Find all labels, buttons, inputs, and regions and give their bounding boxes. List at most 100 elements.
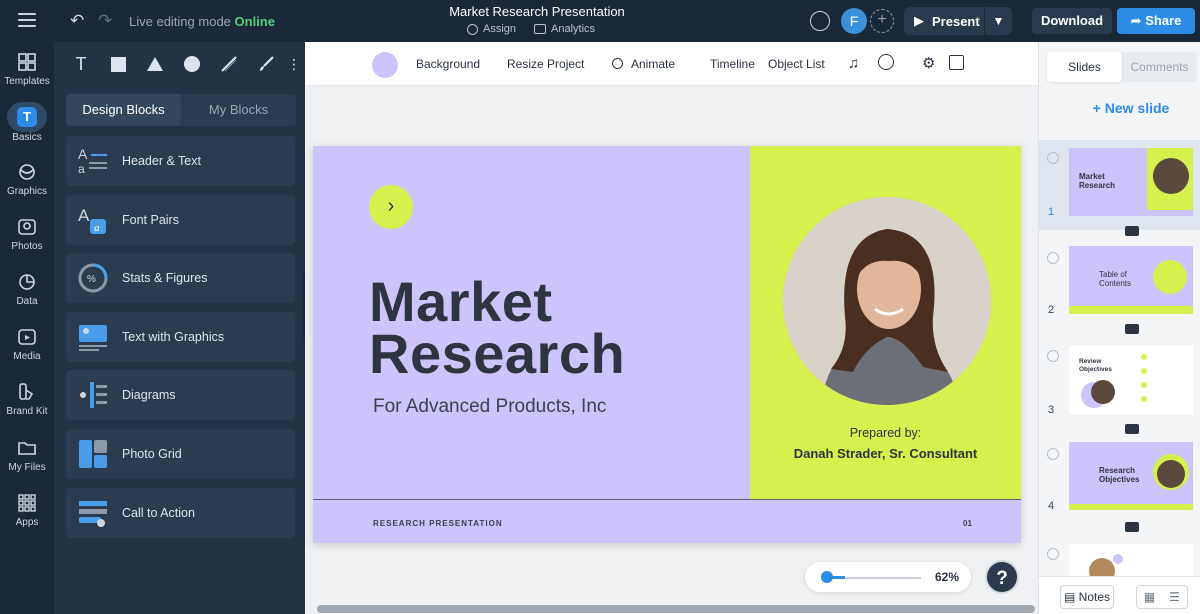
transition-icon[interactable] (1125, 226, 1139, 236)
animate-button[interactable]: Animate (612, 57, 675, 71)
nav-my-files[interactable]: My Files (0, 438, 54, 473)
timeline-button[interactable]: Timeline (710, 57, 755, 71)
analytics-button[interactable]: Analytics (534, 23, 595, 35)
consultant-photo[interactable] (783, 197, 991, 405)
tab-slides[interactable]: Slides (1047, 52, 1122, 82)
tab-comments[interactable]: Comments (1122, 52, 1197, 82)
nav-photos[interactable]: Photos (0, 217, 54, 252)
slide-select-checkbox[interactable] (1047, 152, 1059, 164)
footer-text[interactable]: RESEARCH PRESENTATION (373, 519, 503, 528)
transition-icon[interactable] (1125, 324, 1139, 334)
tab-design-blocks[interactable]: Design Blocks (66, 94, 181, 126)
present-button[interactable]: ▶ Present ▼ (904, 7, 1012, 35)
nav-brand-kit[interactable]: Brand Kit (0, 382, 54, 417)
zoom-slider-handle[interactable] (821, 571, 833, 583)
online-badge: Online (234, 14, 275, 29)
slide-thumb-1[interactable]: Market Research 1 (1039, 140, 1200, 236)
thumb-title: Table of Contents (1099, 270, 1132, 288)
help-button[interactable]: ? (985, 560, 1019, 594)
folder-icon (18, 442, 36, 455)
triangle-tool-icon[interactable] (142, 51, 168, 77)
download-button[interactable]: Download (1032, 8, 1112, 34)
chevron-down-icon[interactable]: ▼ (984, 7, 1012, 35)
notes-button[interactable]: ▤ Notes (1060, 585, 1114, 609)
data-icon (19, 274, 35, 290)
text-tool-icon[interactable]: T (68, 51, 94, 77)
slide-canvas[interactable]: › Market Research For Advanced Products, … (313, 146, 1021, 543)
transition-icon[interactable] (1125, 522, 1139, 532)
music-icon[interactable]: ♫ (848, 55, 859, 72)
svg-text:a: a (78, 162, 85, 176)
left-nav: Templates T Basics Graphics Photos Data … (0, 42, 54, 614)
horizontal-scrollbar[interactable] (317, 605, 1035, 613)
search-canvas-icon[interactable] (949, 55, 964, 70)
assign-button[interactable]: Assign (467, 23, 516, 35)
block-header-text[interactable]: Aa Header & Text (66, 136, 295, 186)
nav-basics[interactable]: T Basics (0, 102, 54, 143)
block-stats-figures[interactable]: % Stats & Figures (66, 253, 295, 304)
slide-thumb-3[interactable]: Review Objectives 3 (1039, 338, 1200, 434)
slide-select-checkbox[interactable] (1047, 448, 1059, 460)
footer-divider (313, 499, 1021, 500)
new-slide-button[interactable]: + New slide (1071, 95, 1191, 121)
square-tool-icon[interactable] (105, 51, 131, 77)
document-title[interactable]: Market Research Presentation (400, 4, 674, 19)
timer-icon[interactable] (878, 54, 894, 70)
circle-tool-icon[interactable] (179, 51, 205, 77)
templates-icon (18, 53, 36, 71)
view-toggle: ▦ ☰ (1136, 585, 1188, 609)
nav-data[interactable]: Data (0, 272, 54, 307)
nav-templates[interactable]: Templates (0, 52, 54, 87)
block-diagrams[interactable]: Diagrams (66, 370, 295, 421)
block-list: Aa Header & Text Aa Font Pairs % Stats &… (66, 136, 295, 546)
svg-text:A: A (78, 146, 88, 162)
user-avatar[interactable]: F (841, 8, 867, 34)
notes-icon: ▤ (1063, 590, 1079, 604)
block-photo-grid[interactable]: Photo Grid (66, 428, 295, 479)
block-text-with-graphics[interactable]: Text with Graphics (66, 311, 295, 362)
slide-select-checkbox[interactable] (1047, 252, 1059, 264)
prepared-by-label[interactable]: Prepared by: (750, 426, 1021, 440)
line-tool-icon[interactable] (216, 51, 242, 77)
tab-my-blocks[interactable]: My Blocks (181, 94, 296, 126)
consultant-name[interactable]: Danah Strader, Sr. Consultant (750, 446, 1021, 461)
slide-select-checkbox[interactable] (1047, 548, 1059, 560)
slide-select-checkbox[interactable] (1047, 350, 1059, 362)
slide-thumb-2[interactable]: Table of Contents 2 (1039, 240, 1200, 334)
zoom-control: 62% (805, 562, 971, 592)
nav-graphics[interactable]: Graphics (0, 162, 54, 197)
brush-tool-icon[interactable] (253, 51, 279, 77)
background-button[interactable]: Background (416, 57, 480, 71)
more-tools-icon[interactable]: ⋮ (287, 51, 301, 77)
assign-icon (467, 23, 478, 35)
nav-media[interactable]: Media (0, 327, 54, 362)
background-color-swatch[interactable] (372, 52, 398, 78)
chevron-right-icon[interactable]: › (369, 185, 413, 229)
slide-subtitle[interactable]: For Advanced Products, Inc (373, 396, 606, 418)
add-collaborator-icon[interactable]: + (870, 9, 894, 33)
redo-icon[interactable]: ↷ (98, 11, 112, 31)
zoom-level: 62% (935, 570, 960, 584)
slide-thumb-4[interactable]: Research Objectives 4 (1039, 436, 1200, 532)
transition-icon[interactable] (1125, 424, 1139, 434)
slide-thumb-5[interactable] (1039, 536, 1200, 576)
call-to-action-icon (79, 500, 107, 527)
menu-icon[interactable] (18, 13, 36, 27)
object-list-button[interactable]: Object List (768, 57, 825, 71)
undo-icon[interactable]: ↶ (70, 11, 84, 31)
chat-icon[interactable] (810, 11, 830, 31)
grid-view-icon[interactable]: ▦ (1137, 586, 1162, 608)
list-view-icon[interactable]: ☰ (1162, 586, 1187, 608)
slide-title[interactable]: Market Research (369, 274, 625, 382)
share-button[interactable]: ➦ Share (1117, 8, 1195, 34)
block-font-pairs[interactable]: Aa Font Pairs (66, 194, 295, 245)
settings-gear-icon[interactable]: ⚙ (922, 54, 935, 72)
text-graphics-icon (79, 324, 107, 351)
graphics-icon (19, 164, 35, 180)
svg-text:%: % (87, 274, 96, 285)
slide-page-number[interactable]: 01 (963, 519, 972, 528)
resize-project-button[interactable]: Resize Project (507, 57, 584, 71)
block-call-to-action[interactable]: Call to Action (66, 487, 295, 538)
nav-apps[interactable]: Apps (0, 493, 54, 528)
brand-kit-icon (19, 383, 34, 400)
